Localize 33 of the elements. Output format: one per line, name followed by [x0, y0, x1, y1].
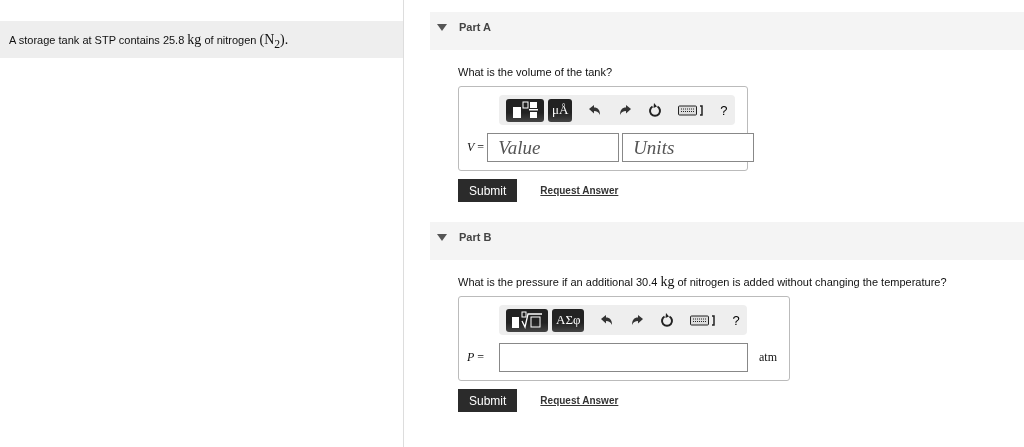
part-title: Part B — [459, 231, 492, 243]
help-button[interactable]: ? — [732, 312, 740, 328]
part-header[interactable]: Part A — [430, 12, 1024, 50]
redo-icon[interactable] — [618, 104, 633, 116]
units-label: atm — [759, 350, 777, 365]
submit-button[interactable]: Submit — [458, 179, 518, 202]
keyboard-icon[interactable] — [690, 314, 717, 326]
problem-statement: A storage tank at STP contains 25.8 kg of nitrogen (N$_{2}$). — [0, 21, 403, 58]
request-answer-link[interactable]: Request Answer — [540, 185, 619, 196]
reset-icon[interactable] — [648, 102, 663, 118]
templates-icon — [510, 101, 540, 119]
undo-icon[interactable] — [600, 314, 615, 326]
part-header[interactable]: Part B — [430, 222, 1024, 260]
request-answer-link[interactable]: Request Answer — [540, 395, 619, 406]
reset-icon[interactable] — [660, 312, 675, 328]
templates-icon — [510, 311, 544, 329]
help-button[interactable]: ? — [720, 102, 728, 118]
value-input[interactable] — [498, 343, 748, 372]
templates-button[interactable] — [506, 98, 544, 122]
variable-label: P = — [467, 350, 486, 365]
symbols-button[interactable]: ΑΣφ — [552, 308, 585, 332]
value-input[interactable]: Value — [487, 133, 620, 162]
redo-icon[interactable] — [630, 314, 645, 326]
question-text: What is the volume of the tank? — [458, 65, 614, 80]
part-title: Part A — [459, 21, 491, 33]
templates-button[interactable] — [506, 308, 548, 332]
symbols-button[interactable]: μÅ — [548, 98, 573, 122]
undo-icon[interactable] — [588, 104, 603, 116]
units-input[interactable]: Units — [622, 133, 755, 162]
keyboard-icon[interactable] — [678, 104, 705, 116]
variable-label: V = — [467, 140, 485, 155]
submit-button[interactable]: Submit — [458, 389, 518, 412]
question-text: What is the pressure if an additional 30.4 kg of nitrogen is added without changing the temperature? — [458, 273, 948, 291]
